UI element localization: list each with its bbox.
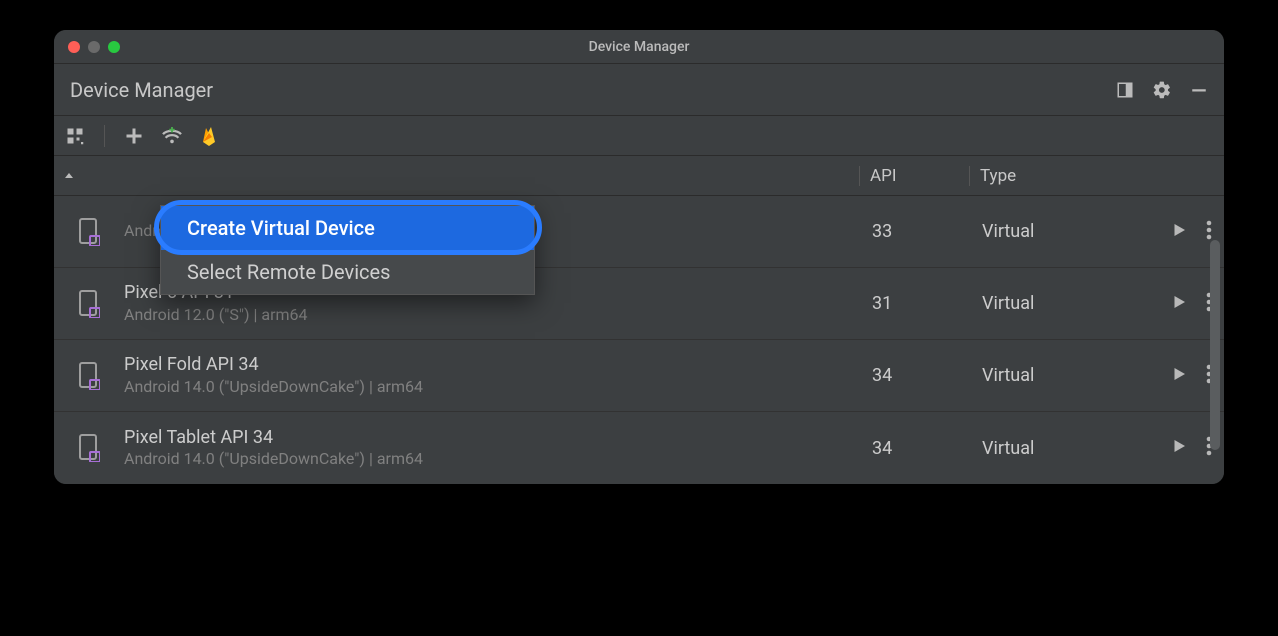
dropdown-item-create-virtual-device[interactable]: Create Virtual Device [161, 206, 534, 250]
device-name: Pixel Tablet API 34 [124, 426, 872, 449]
device-subtitle: Android 14.0 ("UpsideDownCake") | arm64 [124, 377, 872, 398]
device-icon [54, 362, 124, 390]
traffic-lights [68, 41, 120, 53]
panel-title: Device Manager [70, 78, 213, 102]
more-icon[interactable] [1206, 220, 1212, 244]
device-type: Virtual [982, 365, 1122, 386]
panel-header: Device Manager [54, 64, 1224, 116]
play-icon[interactable] [1170, 437, 1188, 459]
toolbar [54, 116, 1224, 156]
titlebar: Device Manager [54, 30, 1224, 64]
dropdown-item-select-remote-devices[interactable]: Select Remote Devices [161, 250, 534, 294]
device-type: Virtual [982, 293, 1122, 314]
sort-indicator[interactable] [54, 170, 84, 182]
minimize-window-button[interactable] [88, 41, 100, 53]
minimize-panel-icon[interactable] [1190, 81, 1208, 99]
device-row[interactable]: Pixel Fold API 34 Android 14.0 ("UpsideD… [54, 340, 1224, 412]
add-device-dropdown: Create Virtual Device Select Remote Devi… [160, 205, 535, 295]
gear-icon[interactable] [1152, 80, 1172, 100]
device-icon [54, 218, 124, 246]
device-type: Virtual [982, 221, 1122, 242]
device-type: Virtual [982, 438, 1122, 459]
wifi-add-icon[interactable] [161, 127, 183, 145]
window-title: Device Manager [589, 39, 690, 55]
device-row[interactable]: Pixel Tablet API 34 Android 14.0 ("Upsid… [54, 412, 1224, 484]
close-window-button[interactable] [68, 41, 80, 53]
device-icon [54, 290, 124, 318]
toolbar-separator [104, 125, 105, 147]
play-icon[interactable] [1170, 293, 1188, 315]
dock-icon[interactable] [1116, 81, 1134, 99]
play-icon[interactable] [1170, 221, 1188, 243]
device-subtitle: Android 14.0 ("UpsideDownCake") | arm64 [124, 449, 872, 470]
scrollbar[interactable] [1210, 240, 1220, 450]
maximize-window-button[interactable] [108, 41, 120, 53]
device-api: 34 [872, 365, 982, 386]
device-manager-window: Device Manager Device Manager [54, 30, 1224, 484]
table-header: API Type [54, 156, 1224, 196]
firebase-icon[interactable] [201, 126, 217, 146]
add-icon[interactable] [125, 127, 143, 145]
device-icon [54, 434, 124, 462]
device-api: 33 [872, 221, 982, 242]
device-api: 31 [872, 293, 982, 314]
column-header-api[interactable]: API [859, 166, 969, 186]
play-icon[interactable] [1170, 365, 1188, 387]
device-name: Pixel Fold API 34 [124, 353, 872, 376]
grid-icon[interactable] [66, 127, 84, 145]
device-subtitle: Android 12.0 ("S") | arm64 [124, 305, 872, 326]
panel-header-actions [1116, 80, 1208, 100]
device-api: 34 [872, 438, 982, 459]
column-header-type[interactable]: Type [969, 166, 1124, 186]
